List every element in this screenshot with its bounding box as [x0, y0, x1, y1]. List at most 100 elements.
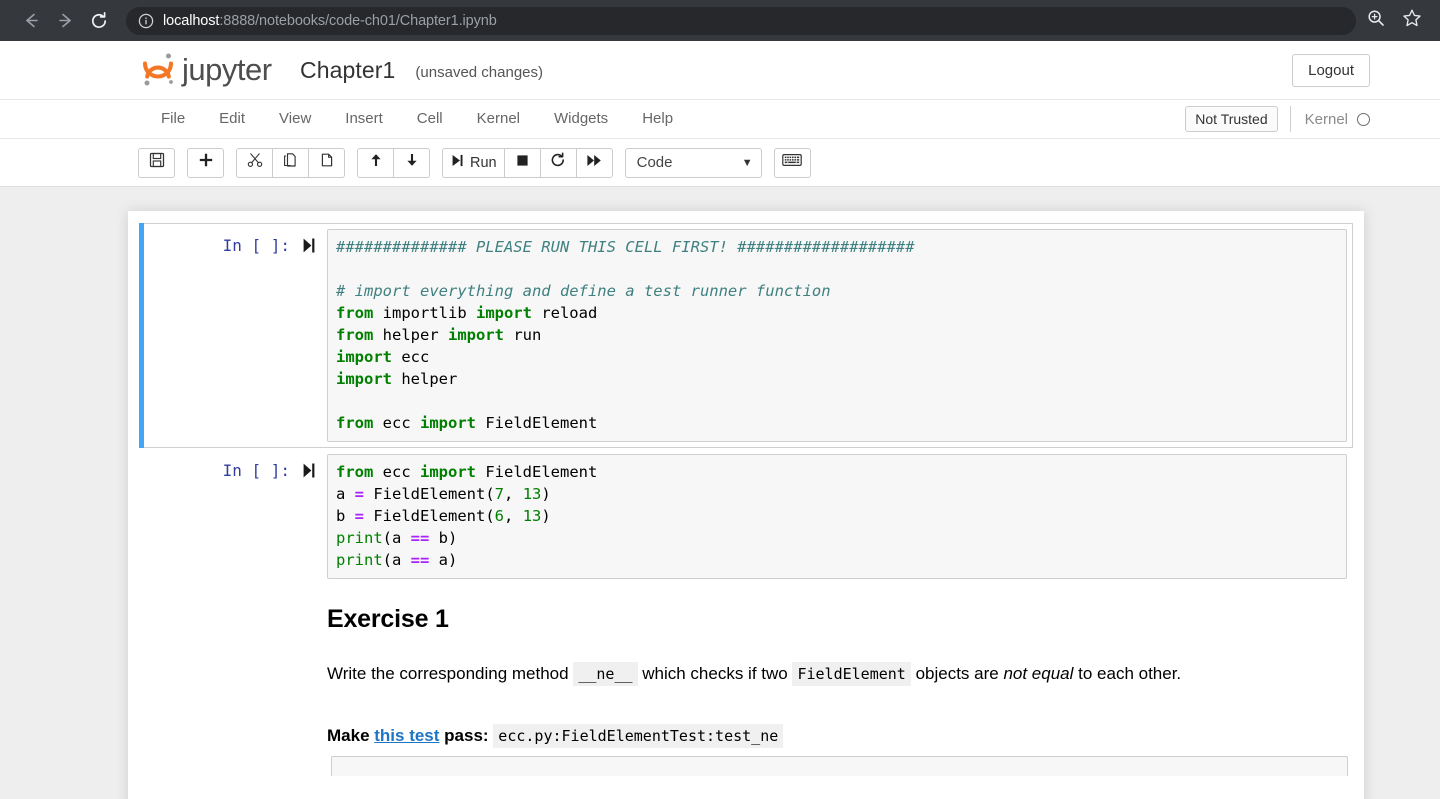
fast-forward-icon	[586, 153, 602, 173]
menu-file[interactable]: File	[144, 100, 202, 138]
move-cell-up-button[interactable]	[357, 148, 394, 178]
command-palette-button[interactable]	[774, 148, 811, 178]
restart-and-run-all-button[interactable]	[576, 148, 613, 178]
menu-edit[interactable]: Edit	[202, 100, 262, 138]
toolbar-group-save	[138, 148, 175, 178]
paste-icon	[319, 152, 335, 173]
inline-code-ne: __ne__	[573, 662, 637, 686]
interrupt-kernel-button[interactable]	[504, 148, 541, 178]
move-cell-down-button[interactable]	[393, 148, 430, 178]
save-button[interactable]	[138, 148, 175, 178]
cell-2-prompt-column: In [ ]:	[145, 454, 327, 579]
info-circle-icon[interactable]	[138, 13, 154, 29]
star-icon[interactable]	[1402, 8, 1422, 33]
kernel-name-label: Kernel	[1305, 111, 1348, 128]
copy-icon	[283, 152, 299, 173]
keyboard-icon	[782, 153, 802, 172]
insert-cell-below-button[interactable]	[187, 148, 224, 178]
code-cell-3-partial[interactable]	[139, 756, 1353, 776]
chevron-down-icon: ▼	[742, 157, 753, 169]
copy-cell-button[interactable]	[272, 148, 309, 178]
inline-code-test-path: ecc.py:FieldElementTest:test_ne	[493, 724, 783, 748]
toolbar-group-palette	[774, 148, 811, 178]
notebook-container: In [ ]: ############## PLEASE RUN THIS C…	[128, 211, 1364, 799]
menu-bar: File Edit View Insert Cell Kernel Widget…	[0, 100, 1440, 139]
arrow-right-icon	[56, 11, 75, 30]
markdown-prompt-column	[145, 591, 327, 750]
plus-icon	[198, 152, 214, 173]
code-cell-2[interactable]: In [ ]: from ecc import FieldElement a =…	[139, 448, 1353, 585]
save-status: (unsaved changes)	[415, 60, 543, 81]
arrow-up-icon	[368, 152, 384, 173]
svg-text:jupyter: jupyter	[181, 52, 272, 87]
menu-help[interactable]: Help	[625, 100, 690, 138]
markdown-rendered-body: Exercise 1 Write the corresponding metho…	[327, 591, 1347, 750]
arrow-down-icon	[404, 152, 420, 173]
jupyter-logo: jupyter	[138, 49, 282, 91]
kernel-indicator[interactable]: Kernel	[1290, 106, 1370, 132]
make-label: Make	[327, 726, 374, 745]
reload-icon	[89, 11, 109, 31]
menu-kernel[interactable]: Kernel	[460, 100, 537, 138]
cut-cell-button[interactable]	[236, 148, 273, 178]
toolbar-group-run: Run	[442, 148, 613, 178]
arrow-left-icon	[22, 11, 41, 30]
notebook-toolbar: Run Code ▼	[0, 139, 1440, 187]
cell-1-code-editor[interactable]: ############## PLEASE RUN THIS CELL FIRS…	[327, 229, 1347, 442]
reload-button[interactable]	[82, 4, 116, 38]
make-test-pass-line: Make this test pass: ecc.py:FieldElement…	[327, 722, 1347, 750]
back-button[interactable]	[14, 4, 48, 38]
menu-insert[interactable]: Insert	[328, 100, 400, 138]
desc-emphasis: not equal	[1003, 664, 1073, 683]
trust-status-badge[interactable]: Not Trusted	[1185, 106, 1277, 132]
restart-kernel-button[interactable]	[540, 148, 577, 178]
floppy-disk-icon	[149, 152, 165, 173]
address-bar[interactable]: localhost:8888/notebooks/code-ch01/Chapt…	[126, 7, 1356, 35]
this-test-link[interactable]: this test	[374, 726, 439, 745]
kernel-idle-circle-icon	[1357, 113, 1370, 126]
cell-type-value: Code	[637, 154, 742, 171]
menu-view[interactable]: View	[262, 100, 328, 138]
notebook-page-background: In [ ]: ############## PLEASE RUN THIS C…	[0, 187, 1440, 799]
run-button-label: Run	[470, 155, 497, 171]
cell-3-prompt-column	[139, 756, 331, 776]
jupyter-header: jupyter Chapter1 (unsaved changes) Logou…	[0, 41, 1440, 100]
notebook-title[interactable]: Chapter1	[300, 57, 395, 84]
desc-part-3: objects are	[911, 664, 1004, 683]
restart-circle-icon	[550, 152, 566, 173]
toolbar-group-move	[357, 148, 430, 178]
forward-button[interactable]	[48, 4, 82, 38]
cell-2-input-prompt: In [ ]:	[223, 461, 290, 480]
paste-cell-button[interactable]	[308, 148, 345, 178]
exercise-description: Write the corresponding method __ne__ wh…	[327, 660, 1347, 688]
markdown-cell-1[interactable]: Exercise 1 Write the corresponding metho…	[139, 585, 1353, 756]
exercise-heading: Exercise 1	[327, 605, 1347, 634]
play-step-icon	[450, 153, 465, 173]
desc-part-1: Write the corresponding method	[327, 664, 573, 683]
scissors-icon	[247, 152, 263, 173]
toolbar-group-clipboard	[236, 148, 345, 178]
cell-2-code-editor[interactable]: from ecc import FieldElement a = FieldEl…	[327, 454, 1347, 579]
play-step-icon[interactable]	[302, 236, 317, 259]
logout-button[interactable]: Logout	[1292, 54, 1370, 87]
zoom-in-icon[interactable]	[1366, 8, 1386, 33]
code-cell-1[interactable]: In [ ]: ############## PLEASE RUN THIS C…	[139, 223, 1353, 448]
run-cell-button[interactable]: Run	[442, 148, 505, 178]
url-host: localhost	[163, 13, 219, 29]
url-path: :8888/notebooks/code-ch01/Chapter1.ipynb	[219, 13, 496, 29]
browser-toolbar: localhost:8888/notebooks/code-ch01/Chapt…	[0, 0, 1440, 41]
cell-1-prompt-column: In [ ]:	[145, 229, 327, 442]
play-step-icon[interactable]	[302, 461, 317, 484]
cell-type-select[interactable]: Code ▼	[625, 148, 762, 178]
toolbar-group-insert	[187, 148, 224, 178]
desc-part-4: to each other.	[1073, 664, 1181, 683]
jupyter-logo-link[interactable]: jupyter	[138, 49, 282, 91]
menu-widgets[interactable]: Widgets	[537, 100, 625, 138]
cell-1-input-prompt: In [ ]:	[223, 236, 290, 255]
inline-code-fieldelement: FieldElement	[792, 662, 910, 686]
cell-3-code-editor[interactable]	[331, 756, 1348, 776]
browser-actions	[1366, 8, 1426, 33]
pass-label: pass:	[439, 726, 493, 745]
menu-cell[interactable]: Cell	[400, 100, 460, 138]
desc-part-2: which checks if two	[638, 664, 793, 683]
